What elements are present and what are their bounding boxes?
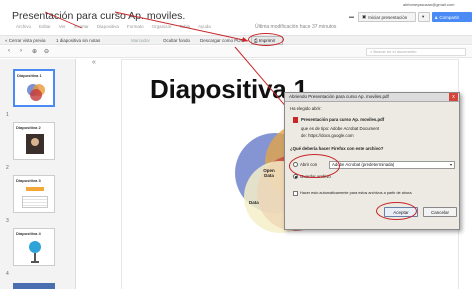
accept-button[interactable]: Aceptar bbox=[384, 207, 418, 217]
remember-choice-label: Hacer esto automáticamente para estos ar… bbox=[300, 191, 413, 195]
dialog-titlebar: Abriendo Presentación para curso Ap. mov… bbox=[285, 93, 459, 102]
open-with-label: Abrir con bbox=[300, 162, 318, 167]
remember-choice-checkbox[interactable] bbox=[293, 191, 298, 196]
cancel-button[interactable]: Cancelar bbox=[423, 207, 457, 217]
cancel-label: Cancelar bbox=[430, 209, 449, 215]
dialog-close-button[interactable]: x bbox=[449, 93, 458, 101]
open-with-select[interactable]: Adobe Acrobat (predeterminada) ▾ bbox=[329, 161, 455, 169]
close-icon: x bbox=[452, 94, 455, 100]
accept-label: Aceptar bbox=[393, 209, 409, 215]
save-file-label: Guardar archivo bbox=[300, 174, 331, 179]
open-file-dialog: Abriendo Presentación para curso Ap. mov… bbox=[284, 92, 460, 230]
dialog-filename: Presentación para curso Ap. moviles.pdf bbox=[301, 117, 385, 122]
open-with-value: Adobe Acrobat (predeterminada) bbox=[332, 162, 395, 167]
pdf-file-icon bbox=[293, 117, 298, 123]
save-file-radio[interactable] bbox=[293, 174, 298, 179]
dialog-file-type: que es de tipo: Adobe Acrobat Document bbox=[301, 126, 380, 131]
dialog-intro-text: Ha elegido abrir: bbox=[290, 106, 322, 111]
dialog-title: Abriendo Presentación para curso Ap. mov… bbox=[289, 94, 389, 99]
dialog-file-source: de: https://docs.google.com bbox=[301, 133, 354, 138]
open-with-radio[interactable] bbox=[293, 162, 298, 167]
dialog-question: ¿Qué debería hacer Firefox con este arch… bbox=[290, 146, 384, 151]
chevron-down-icon: ▾ bbox=[449, 162, 452, 167]
